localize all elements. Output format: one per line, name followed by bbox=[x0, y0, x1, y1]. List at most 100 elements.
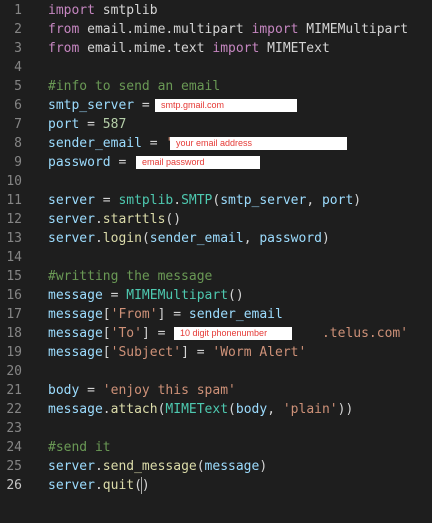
code-token: body bbox=[48, 383, 80, 398]
code-line[interactable]: 12 server.starttls() bbox=[0, 210, 432, 229]
code-text: message['Subject'] = 'Worm Alert' bbox=[48, 343, 306, 362]
code-token: server bbox=[48, 459, 95, 474]
code-text: from email.mime.multipart import MIMEMul… bbox=[48, 20, 408, 39]
code-token: port bbox=[48, 117, 80, 132]
code-token: . bbox=[94, 478, 103, 493]
code-line[interactable]: 16 message = MIMEMultipart() bbox=[0, 286, 432, 305]
code-line[interactable]: 22 message.attach(MIMEText(body, 'plain')… bbox=[0, 400, 432, 419]
code-token: smtplib bbox=[118, 193, 174, 208]
code-editor[interactable]: 1 import smtplib 2 from email.mime.multipar… bbox=[0, 0, 432, 523]
line-number: 10 bbox=[6, 174, 22, 189]
code-token: MIMEText bbox=[259, 41, 330, 56]
code-token: 'plain' bbox=[282, 402, 338, 417]
code-token: server bbox=[48, 193, 95, 208]
code-token: #writting the message bbox=[48, 269, 213, 284]
redaction-box-phone: 10 digit phonenumber bbox=[174, 327, 292, 340]
code-token: , bbox=[243, 231, 260, 246]
line-number: 16 bbox=[6, 288, 22, 303]
code-line[interactable]: 2 from email.mime.multipart import MIMEMu… bbox=[0, 20, 432, 39]
code-text: #writting the message bbox=[48, 267, 212, 286]
code-token: . bbox=[102, 402, 111, 417]
code-token: [ bbox=[102, 326, 111, 341]
code-token: 'enjoy this spam' bbox=[102, 383, 236, 398]
code-line[interactable]: 23 bbox=[0, 419, 432, 438]
code-text: server.starttls() bbox=[48, 210, 181, 229]
code-line[interactable]: 1 import smtplib bbox=[0, 1, 432, 20]
code-line[interactable]: 21 body = 'enjoy this spam' bbox=[0, 381, 432, 400]
code-token: MIMEText bbox=[165, 402, 229, 417]
code-token: = bbox=[141, 136, 166, 151]
code-token: [ bbox=[102, 345, 111, 360]
code-token: ) bbox=[353, 193, 362, 208]
code-token: . bbox=[94, 231, 103, 246]
line-number: 9 bbox=[14, 155, 22, 170]
code-token: ( bbox=[196, 459, 205, 474]
code-line[interactable]: 10 bbox=[0, 172, 432, 191]
code-token: , bbox=[306, 193, 322, 208]
code-token: [ bbox=[102, 307, 111, 322]
code-line[interactable]: 26 server.quit() bbox=[0, 476, 432, 495]
code-text: import smtplib bbox=[48, 1, 158, 20]
code-token: message bbox=[48, 402, 103, 417]
code-token: = bbox=[102, 288, 127, 303]
code-text: server = smtplib.SMTP(smtp_server, port) bbox=[48, 191, 361, 210]
code-token: = bbox=[94, 193, 119, 208]
code-line[interactable]: 17 message['From'] = sender_email bbox=[0, 305, 432, 324]
code-line[interactable]: 20 bbox=[0, 362, 432, 381]
code-token: email.mime.text bbox=[79, 41, 213, 56]
code-line[interactable]: 3 from email.mime.text import MIMEText bbox=[0, 39, 432, 58]
code-token: = bbox=[79, 117, 103, 132]
code-token: port bbox=[321, 193, 354, 208]
code-token: message bbox=[48, 307, 103, 322]
code-text: message.attach(MIMEText(body, 'plain')) bbox=[48, 400, 353, 419]
code-token: ) bbox=[321, 231, 330, 246]
code-text: body = 'enjoy this spam' bbox=[48, 381, 236, 400]
code-token: MIMEMultipart bbox=[298, 22, 409, 37]
code-token: email.mime.multipart bbox=[79, 22, 252, 37]
line-number: 15 bbox=[6, 269, 22, 284]
code-line[interactable]: 13 server.login(sender_email, password) bbox=[0, 229, 432, 248]
code-token: message bbox=[48, 326, 103, 341]
line-number: 2 bbox=[14, 22, 22, 37]
line-number: 5 bbox=[14, 79, 22, 94]
code-text: port = 587 bbox=[48, 115, 126, 134]
code-token: #send it bbox=[48, 440, 111, 455]
code-line[interactable]: 19 message['Subject'] = 'Worm Alert' bbox=[0, 343, 432, 362]
code-token: 'Worm Alert' bbox=[212, 345, 307, 360]
code-token: 'Subject' bbox=[110, 345, 182, 360]
code-token: password bbox=[259, 231, 322, 246]
line-number: 24 bbox=[6, 440, 22, 455]
code-line[interactable]: 15 #writting the message bbox=[0, 267, 432, 286]
code-text: server.login(sender_email, password) bbox=[48, 229, 330, 248]
code-token: ) bbox=[259, 459, 268, 474]
redaction-box-smtp: smtp.gmail.com bbox=[155, 99, 297, 112]
code-text: sender_email = ' bbox=[48, 134, 173, 153]
line-number: 13 bbox=[6, 231, 22, 246]
code-token: login bbox=[102, 231, 142, 246]
code-line[interactable]: 7 port = 587 bbox=[0, 115, 432, 134]
code-line[interactable]: 25 server.send_message(message) bbox=[0, 457, 432, 476]
code-line[interactable]: 24 #send it bbox=[0, 438, 432, 457]
line-number: 1 bbox=[14, 3, 22, 18]
code-line[interactable]: 5 #info to send an email bbox=[0, 77, 432, 96]
line-number: 12 bbox=[6, 212, 22, 227]
code-token: SMTP bbox=[181, 193, 213, 208]
redaction-box-password: email password bbox=[136, 156, 260, 169]
code-token: from bbox=[48, 22, 80, 37]
code-line[interactable]: 11 server = smtplib.SMTP(smtp_server, por… bbox=[0, 191, 432, 210]
code-token: 'From' bbox=[110, 307, 158, 322]
line-number: 21 bbox=[6, 383, 22, 398]
code-line[interactable]: 14 bbox=[0, 248, 432, 267]
line-number: 17 bbox=[6, 307, 22, 322]
code-token: smtp_server bbox=[48, 98, 135, 113]
code-text: password = bbox=[48, 153, 134, 172]
code-text: from email.mime.text import MIMEText bbox=[48, 39, 330, 58]
code-token: . bbox=[173, 193, 182, 208]
code-text: #send it bbox=[48, 438, 111, 457]
code-line[interactable]: 4 bbox=[0, 58, 432, 77]
code-token: ( bbox=[141, 231, 150, 246]
code-token: password bbox=[48, 155, 111, 170]
code-token: ] = bbox=[157, 307, 189, 322]
code-token: ] = bbox=[141, 326, 174, 341]
line-number: 4 bbox=[14, 60, 22, 75]
